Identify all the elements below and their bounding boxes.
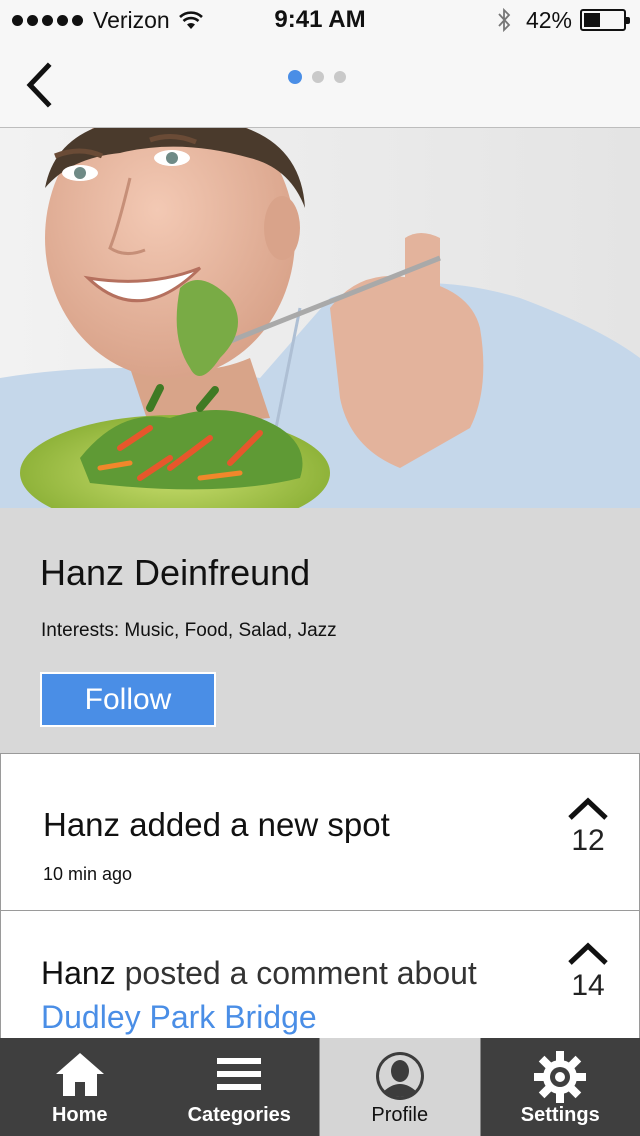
- feed-item[interactable]: Hanz posted a comment about Dudley Park …: [0, 910, 640, 1050]
- page-indicator[interactable]: [288, 70, 346, 84]
- tab-profile[interactable]: Profile: [319, 1038, 481, 1136]
- upvote-count: 12: [571, 824, 605, 857]
- tab-label: Settings: [520, 1104, 600, 1126]
- tab-bar: Home Categories Profile Settings: [0, 1038, 640, 1136]
- place-link[interactable]: Dudley Park Bridge: [41, 999, 317, 1035]
- page-dot-active[interactable]: [288, 70, 302, 84]
- upvote-button[interactable]: 14: [563, 941, 613, 1003]
- profile-name: Hanz Deinfreund: [40, 552, 311, 593]
- battery-icon: [580, 9, 630, 31]
- navigation-bar: [0, 40, 640, 128]
- tab-settings[interactable]: Settings: [481, 1038, 640, 1136]
- battery-level: [584, 13, 600, 27]
- chevron-left-icon: [26, 62, 52, 108]
- page-dot[interactable]: [334, 71, 346, 83]
- page-dot[interactable]: [312, 71, 324, 83]
- tab-label: Profile: [371, 1104, 429, 1126]
- feed-item[interactable]: Hanz added a new spot 10 min ago 12: [0, 753, 640, 911]
- upvote-button[interactable]: 12: [563, 796, 613, 858]
- status-bar: Verizon 9:41 AM 42%: [0, 0, 640, 40]
- status-right: 42%: [496, 6, 630, 34]
- profile-photo: [0, 128, 640, 508]
- profile-interests: Interests: Music, Food, Salad, Jazz: [41, 620, 337, 641]
- chevron-up-icon: [568, 797, 608, 820]
- menu-icon: [217, 1058, 262, 1090]
- profile-panel: Hanz Deinfreund Interests: Music, Food, …: [0, 508, 640, 754]
- back-button[interactable]: [22, 62, 58, 108]
- feed-item-title: Hanz added a new spot: [43, 806, 390, 843]
- gear-icon: [534, 1051, 587, 1103]
- feed-item-time: 10 min ago: [43, 864, 133, 884]
- tab-categories[interactable]: Categories: [160, 1038, 320, 1136]
- feed-item-action: posted a comment about: [115, 955, 477, 991]
- battery-percent: 42%: [525, 6, 572, 33]
- tab-home[interactable]: Home: [0, 1038, 160, 1136]
- feed-item-text: Hanz posted a comment about Dudley Park …: [41, 951, 501, 1039]
- tab-label: Categories: [187, 1104, 291, 1126]
- follow-button[interactable]: Follow: [40, 672, 216, 727]
- upvote-count: 14: [571, 969, 605, 1002]
- tab-label: Home: [51, 1104, 108, 1126]
- feed-item-actor: Hanz: [41, 955, 116, 991]
- profile-icon: [375, 1052, 424, 1100]
- chevron-up-icon: [568, 942, 608, 965]
- home-icon: [55, 1053, 104, 1096]
- bluetooth-icon: [498, 7, 511, 33]
